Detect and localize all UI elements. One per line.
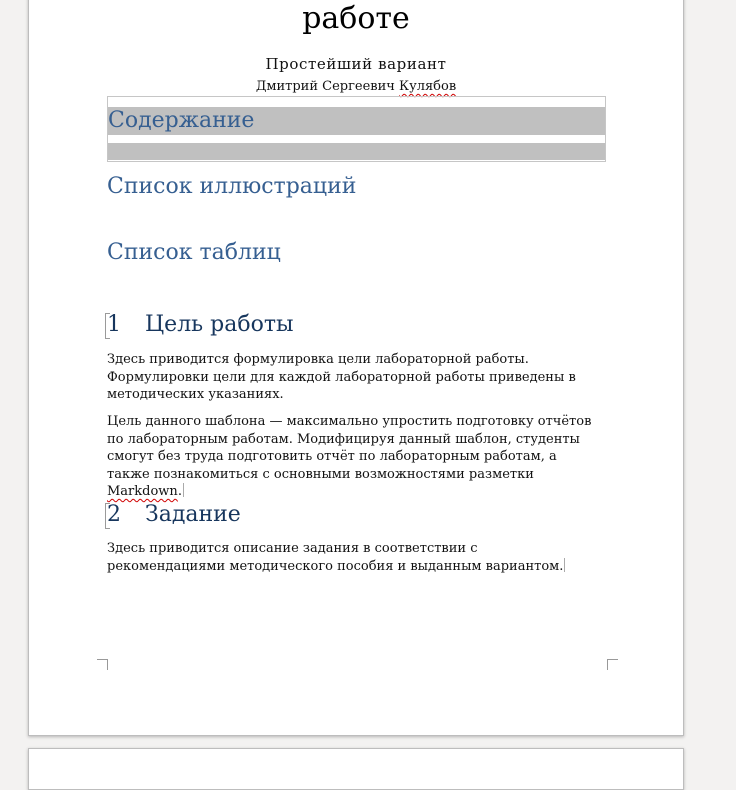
section-number: 1: [107, 312, 121, 337]
margin-corner-mark-right: [607, 659, 618, 670]
toc-heading: Содержание: [108, 108, 255, 133]
section-heading-2: 2 Задание: [107, 502, 241, 527]
document-page[interactable]: работе Простейший вариант Дмитрий Сергее…: [28, 0, 684, 736]
margin-corner-mark-left: [97, 659, 108, 670]
author-surname-misspelled[interactable]: Кулябов: [399, 79, 456, 94]
list-of-tables-heading: Список таблиц: [107, 240, 281, 265]
section-heading-1: 1 Цель работы: [107, 312, 294, 337]
document-author: Дмитрий Сергеевич Кулябов: [29, 79, 683, 94]
paragraph: Здесь приводится описание задания в соот…: [107, 540, 597, 575]
document-subtitle: Простейший вариант: [265, 55, 447, 73]
author-name: Дмитрий Сергеевич: [255, 79, 400, 94]
section-2-body[interactable]: Здесь приводится описание задания в соот…: [107, 540, 597, 575]
paragraph: Здесь приводится формулировка цели лабор…: [107, 352, 576, 402]
document-title: работе: [302, 1, 410, 36]
list-of-figures-heading: Список иллюстраций: [107, 174, 357, 199]
toc-field-shading-empty: [108, 143, 605, 160]
paragraph-text: Здесь приводится описание задания в соот…: [107, 541, 564, 574]
section-number: 2: [107, 502, 121, 527]
paragraph-end: .: [177, 484, 182, 499]
paragraph-end-mark: [182, 483, 184, 497]
misspelled-word[interactable]: Markdown: [107, 484, 178, 499]
section-1-body-2[interactable]: Цель данного шаблона — максимально упрос…: [107, 413, 597, 501]
section-title: Задание: [145, 502, 241, 527]
table-of-contents-field[interactable]: Содержание: [107, 96, 606, 162]
paragraph-end-mark: [564, 557, 566, 572]
section-title: Цель работы: [145, 312, 294, 337]
paragraph-text: Цель данного шаблона — максимально упрос…: [107, 414, 592, 482]
next-page[interactable]: [28, 748, 684, 790]
section-1-body[interactable]: Здесь приводится формулировка цели лабор…: [107, 351, 597, 404]
paragraph: Цель данного шаблона — максимально упрос…: [107, 413, 597, 501]
